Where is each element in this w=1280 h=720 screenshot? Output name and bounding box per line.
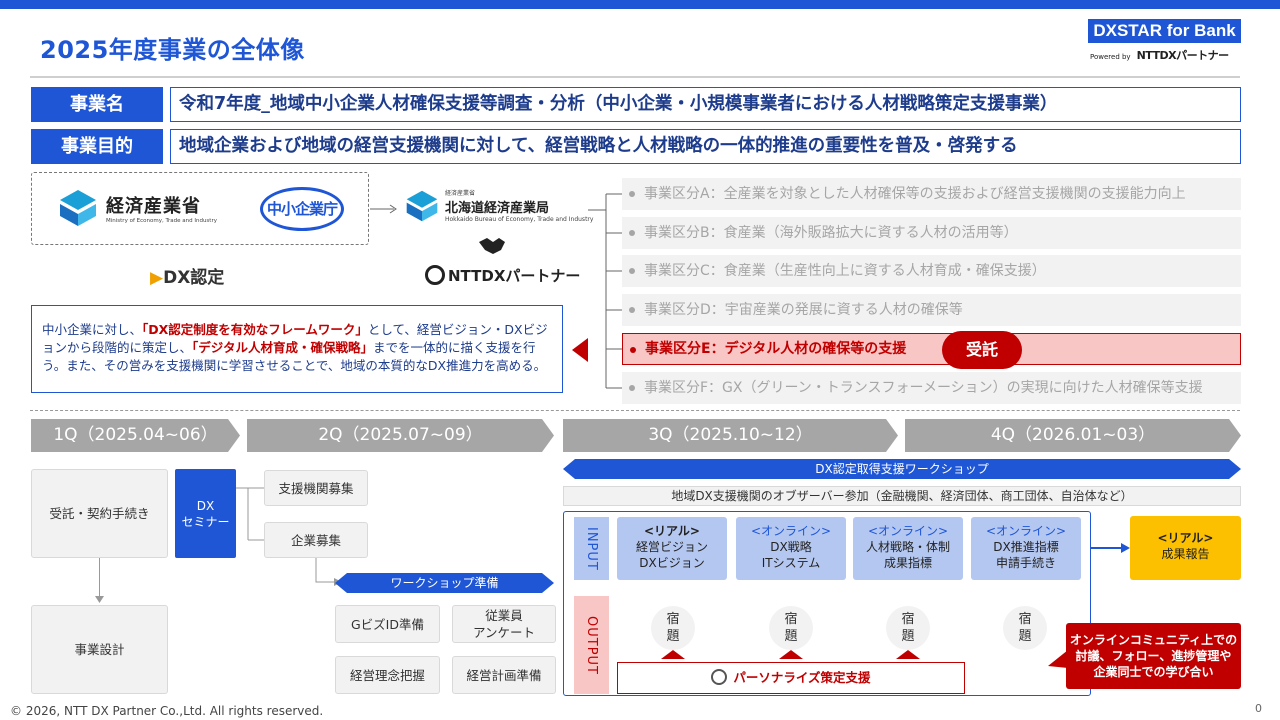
- recruit-agency-step: 支援機関募集: [264, 470, 368, 506]
- copyright: © 2026, NTT DX Partner Co.,Ltd. All righ…: [10, 704, 324, 718]
- quarter-1q: 1Q（2025.04~06）: [31, 419, 240, 452]
- dx-seminar: DX セミナー: [175, 469, 236, 558]
- seminar-connectors: [236, 487, 264, 541]
- business-design-step: 事業設計: [31, 605, 168, 694]
- homework-3: 宿 題: [886, 606, 930, 650]
- gear-head-icon: [711, 669, 728, 685]
- category-e-selected: 事業区分E：デジタル人材の確保等の支援: [622, 333, 1241, 365]
- page-title: 2025年度事業の全体像: [40, 36, 305, 64]
- category-d: 事業区分D：宇宙産業の発展に資する人材の確保等: [622, 294, 1241, 326]
- observer-note: 地域DX支援機関のオブザーバー参加（金融機関、経済団体、商工団体、自治体など）: [563, 486, 1241, 506]
- dx-nintei-logo: ▶DX認定: [150, 268, 225, 288]
- workshop-card-4: <オンライン> DX推進指標 申請手続き: [971, 517, 1081, 580]
- awarded-badge: 受託: [942, 331, 1022, 369]
- workshop-card-2: <オンライン> DX戦略 ITシステム: [736, 517, 846, 580]
- callout-pointer: [1048, 650, 1068, 668]
- output-label: OUTPUT: [574, 596, 609, 694]
- personalize-support: パーソナライズ策定支援: [617, 662, 965, 694]
- employee-survey-step: 従業員 アンケート: [452, 605, 556, 643]
- workshop-prep-banner: ワークショップ準備: [335, 573, 554, 593]
- connector: [99, 558, 100, 598]
- header-divider: [30, 76, 1240, 78]
- up-triangle-icon: [896, 650, 920, 659]
- quarter-2q: 2Q（2025.07~09）: [247, 419, 554, 452]
- contract-step: 受託・契約手続き: [31, 469, 168, 558]
- meti-logo: 経済産業省 Ministry of Economy, Trade and Indu…: [58, 188, 217, 228]
- category-f: 事業区分F：GX（グリーン・トランスフォーメーション）の実現に向けた人材確保等支…: [622, 372, 1241, 404]
- homework-1: 宿 題: [651, 606, 695, 650]
- input-label: INPUT: [574, 517, 609, 580]
- up-triangle-icon: [779, 650, 803, 659]
- workshop-banner: DX認定取得支援ワークショップ: [563, 459, 1241, 479]
- meti-emblem-icon: [406, 190, 438, 221]
- hokkaido-bureau-logo: 経済産業省 北海道経済産業局 Hokkaido Bureau of Economy,…: [405, 188, 593, 223]
- quarter-3q: 3Q（2025.10~12）: [563, 419, 898, 452]
- homework-2: 宿 題: [769, 606, 813, 650]
- homework-4: 宿 題: [1003, 606, 1047, 650]
- brand-logo: DXSTAR for Bank: [1088, 19, 1241, 43]
- project-purpose-label: 事業目的: [31, 129, 163, 164]
- meti-emblem-icon: [60, 190, 96, 226]
- support-description: 中小企業に対し、「DX認定制度を有効なフレームワーク」として、経営ビジョン・DX…: [31, 305, 563, 393]
- section-divider: [30, 410, 1240, 411]
- workshop-card-1: <リアル> 経営ビジョン DXビジョン: [617, 517, 727, 580]
- arrow-down-icon: [95, 596, 104, 603]
- workshop-card-3: <オンライン> 人材戦略・体制 成果指標: [853, 517, 963, 580]
- brand-powered-by: Powered by NTTDXパートナー: [1090, 49, 1229, 62]
- recruit-company-step: 企業募集: [264, 522, 368, 558]
- business-plan-step: 経営計画準備: [452, 656, 556, 694]
- gbiz-id-step: GビズID準備: [335, 605, 440, 643]
- final-report: <リアル> 成果報告: [1130, 516, 1241, 580]
- project-name-label: 事業名: [31, 87, 163, 122]
- philosophy-step: 経営理念把握: [335, 656, 440, 694]
- project-name-value: 令和7年度_地域中小企業人材確保支援等調査・分析（中小企業・小規模事業者における…: [170, 87, 1241, 122]
- up-triangle-icon: [661, 650, 685, 659]
- arrow-right-icon: [1091, 543, 1130, 553]
- category-bracket: [588, 193, 622, 389]
- arrow-right-icon: [370, 204, 397, 214]
- quarter-4q: 4Q（2026.01~03）: [905, 419, 1241, 452]
- category-b: 事業区分B：食産業（海外販路拡大に資する人材の活用等）: [622, 217, 1241, 249]
- top-accent-bar: [0, 0, 1280, 9]
- handshake-icon: [479, 238, 505, 254]
- community-note: オンラインコミュニティ上での 討議、フォロー、進捗管理や 企業同士での学び合い: [1066, 623, 1241, 689]
- chusho-logo: 中小企業庁: [260, 187, 344, 231]
- page-number: 0: [1255, 702, 1262, 715]
- category-c: 事業区分C：食産業（生産性向上に資する人材育成・確保支援）: [622, 255, 1241, 287]
- project-purpose-value: 地域企業および地域の経営支援機関に対して、経営戦略と人材戦略の一体的推進の重要性…: [170, 129, 1241, 164]
- category-a: 事業区分A：全産業を対象とした人材確保等の支援および経営支援機関の支援能力向上: [622, 178, 1241, 210]
- ntt-dx-partner-logo: NTTDXパートナー: [425, 265, 580, 286]
